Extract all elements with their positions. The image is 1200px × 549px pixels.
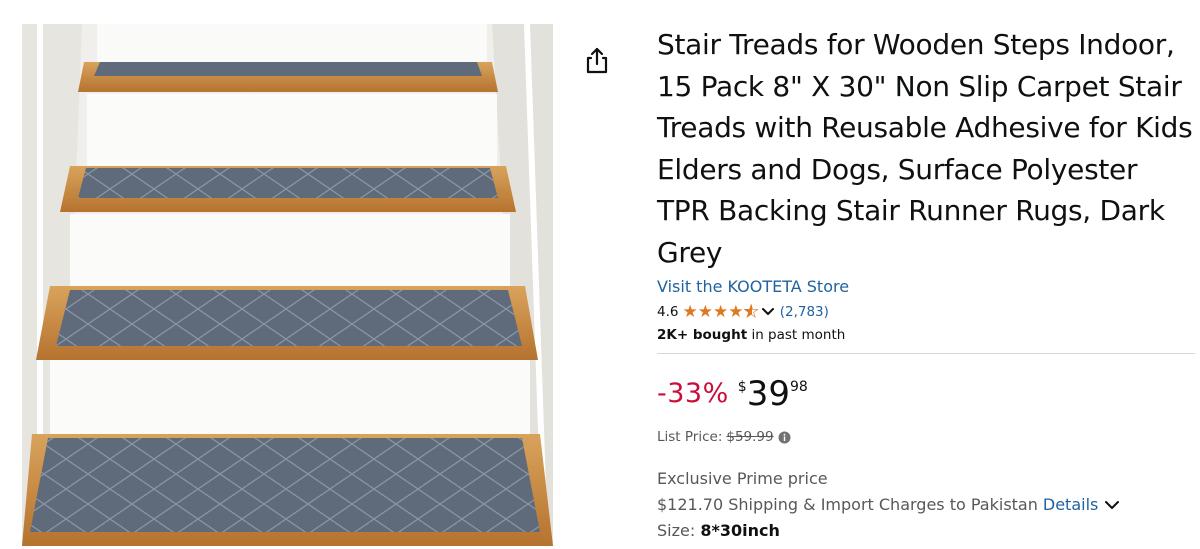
star-icon: ★: [728, 301, 744, 322]
product-image[interactable]: [22, 24, 553, 546]
store-link[interactable]: Visit the KOOTETA Store: [657, 276, 1197, 298]
share-icon[interactable]: [584, 45, 610, 75]
rating-count-link[interactable]: (2,783): [780, 302, 829, 322]
shipping-charges: $121.70 Shipping & Import Charges to Pak…: [657, 494, 1197, 516]
product-title: Stair Treads for Wooden Steps Indoor, 15…: [657, 28, 1193, 269]
star-icon: ★: [682, 301, 698, 322]
list-price: List Price: $59.99: [657, 428, 1197, 446]
star-rating[interactable]: ★ ★ ★ ★ ★: [682, 301, 759, 322]
product-info: Stair Treads for Wooden Steps Indoor, 15…: [657, 24, 1197, 542]
price-whole: 39: [746, 374, 790, 414]
list-price-label: List Price:: [657, 429, 723, 445]
size-value: 8*30inch: [700, 521, 780, 540]
star-icon: ★: [712, 301, 729, 322]
shipping-text: $121.70 Shipping & Import Charges to Pak…: [657, 495, 1038, 514]
details-link[interactable]: Details: [1043, 494, 1098, 516]
bought-info: 2K+ bought in past month: [657, 325, 1197, 345]
rating-row: 4.6 ★ ★ ★ ★ ★ (2,783): [657, 302, 1197, 322]
chevron-down-icon[interactable]: [761, 307, 775, 317]
list-price-value: $59.99: [726, 429, 774, 445]
chevron-down-icon[interactable]: [1104, 500, 1120, 511]
size-selection: Size: 8*30inch: [657, 520, 1197, 542]
price-fraction: 98: [789, 379, 808, 395]
bought-count: 2K+ bought: [657, 327, 748, 343]
star-icon: ★: [697, 301, 713, 322]
bought-period: in past month: [747, 327, 846, 343]
exclusive-prime: Exclusive Prime price: [657, 469, 828, 488]
rating-value: 4.6: [657, 304, 679, 320]
price-row: -33% $ 39 98: [657, 376, 1197, 416]
star-half-icon: ★: [743, 301, 759, 322]
discount-percent: -33%: [657, 378, 729, 409]
info-icon[interactable]: [778, 431, 791, 444]
size-label: Size:: [657, 521, 696, 540]
price-symbol: $: [737, 379, 747, 395]
divider: [657, 353, 1195, 354]
